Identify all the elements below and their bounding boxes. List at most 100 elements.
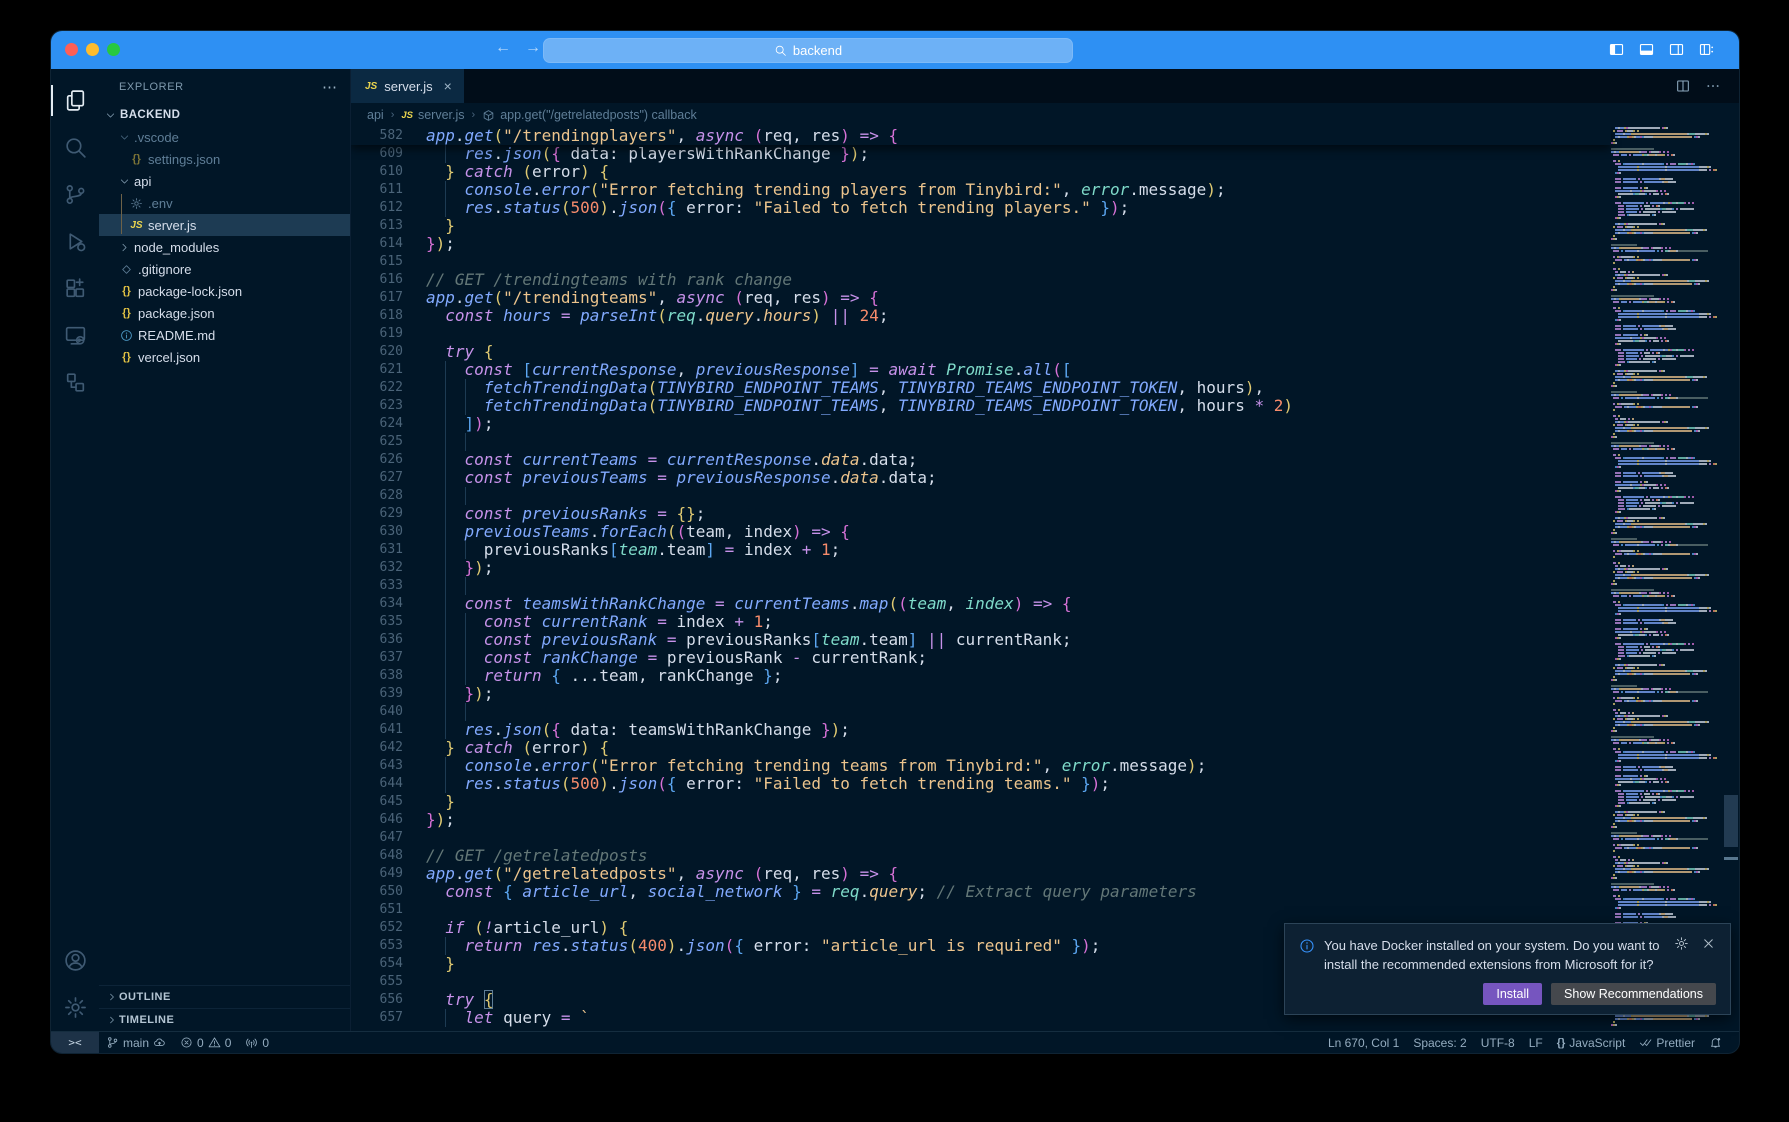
code-line-612[interactable]: 612 res.status(500).json({ error: "Faile… — [351, 199, 1611, 217]
code-line-641[interactable]: 641 res.json({ data: teamsWithRankChange… — [351, 721, 1611, 739]
code-line-632[interactable]: 632 }); — [351, 559, 1611, 577]
status-encoding[interactable]: UTF-8 — [1474, 1036, 1522, 1050]
remote-indicator[interactable]: >< — [51, 1032, 99, 1053]
code-line-636[interactable]: 636 const previousRank = previousRanks[t… — [351, 631, 1611, 649]
code-line-643[interactable]: 643 console.error("Error fetching trendi… — [351, 757, 1611, 775]
code-line-639[interactable]: 639 }); — [351, 685, 1611, 703]
file-item-readme-md[interactable]: README.md — [99, 324, 350, 346]
file-item-package-json[interactable]: {}package.json — [99, 302, 350, 324]
code-line-634[interactable]: 634 const teamsWithRankChange = currentT… — [351, 595, 1611, 613]
code-line-633[interactable]: 633 — [351, 577, 1611, 595]
file-item-backend[interactable]: BACKEND — [99, 104, 350, 126]
code-line-625[interactable]: 625 — [351, 433, 1611, 451]
tab-server-js[interactable]: JS server.js × — [351, 69, 464, 103]
close-window-button[interactable] — [65, 43, 78, 56]
code-line-645[interactable]: 645 } — [351, 793, 1611, 811]
file-item--vscode[interactable]: .vscode — [99, 126, 350, 148]
minimize-window-button[interactable] — [86, 43, 99, 56]
status-problems[interactable]: 00 — [173, 1032, 238, 1053]
activity-bar-run-debug[interactable] — [51, 218, 99, 265]
code-line-651[interactable]: 651 — [351, 901, 1611, 919]
minimap[interactable] — [1611, 127, 1723, 1031]
code-line-631[interactable]: 631 previousRanks[team.team] = index + 1… — [351, 541, 1611, 559]
activity-bar-accounts[interactable] — [51, 937, 99, 984]
install-button[interactable]: Install — [1483, 983, 1542, 1005]
breadcrumb[interactable]: api›JSserver.js›app.get("/getrelatedpost… — [351, 103, 1739, 127]
status-notifications-bell[interactable] — [1702, 1036, 1729, 1049]
activity-bar-explorer[interactable] — [51, 77, 99, 124]
code-line-646[interactable]: 646}); — [351, 811, 1611, 829]
notification-settings-gear-icon[interactable] — [1674, 936, 1689, 974]
status-formatter[interactable]: Prettier — [1632, 1036, 1702, 1050]
layout-panel-icon[interactable] — [1638, 41, 1655, 58]
code-line-624[interactable]: 624 ]); — [351, 415, 1611, 433]
split-editor-icon[interactable] — [1675, 78, 1691, 94]
notification-close-icon[interactable] — [1701, 936, 1716, 974]
code-line-648[interactable]: 648// GET /getrelatedposts — [351, 847, 1611, 865]
file-item-node-modules[interactable]: node_modules — [99, 236, 350, 258]
file-item-api[interactable]: api — [99, 170, 350, 192]
code-line-616[interactable]: 616// GET /trendingteams with rank chang… — [351, 271, 1611, 289]
status-indentation[interactable]: Spaces: 2 — [1406, 1036, 1473, 1050]
file-item-vercel-json[interactable]: {}vercel.json — [99, 346, 350, 368]
show-recommendations-button[interactable]: Show Recommendations — [1551, 983, 1716, 1005]
sidebar-panel-timeline[interactable]: TIMELINE — [99, 1008, 350, 1031]
code-line-626[interactable]: 626 const currentTeams = currentResponse… — [351, 451, 1611, 469]
code-line-623[interactable]: 623 fetchTrendingData(TINYBIRD_ENDPOINT_… — [351, 397, 1611, 415]
layout-customize-icon[interactable] — [1698, 41, 1715, 58]
file-item--gitignore[interactable]: .gitignore — [99, 258, 350, 280]
code-line-644[interactable]: 644 res.status(500).json({ error: "Faile… — [351, 775, 1611, 793]
status-cursor-position[interactable]: Ln 670, Col 1 — [1321, 1036, 1406, 1050]
status-branch[interactable]: main — [99, 1032, 173, 1053]
activity-bar-settings[interactable] — [51, 984, 99, 1031]
code-editor[interactable]: 609 res.json({ data: playersWithRankChan… — [351, 127, 1739, 1031]
activity-bar-extensions[interactable] — [51, 265, 99, 312]
code-line-622[interactable]: 622 fetchTrendingData(TINYBIRD_ENDPOINT_… — [351, 379, 1611, 397]
status-ports[interactable]: 0 — [238, 1032, 276, 1053]
code-line-613[interactable]: 613 } — [351, 217, 1611, 235]
command-center-search[interactable]: backend — [543, 38, 1073, 63]
activity-bar-remote-explorer[interactable] — [51, 312, 99, 359]
file-item-server-js[interactable]: JSserver.js — [99, 214, 350, 236]
file-item--env[interactable]: .env — [99, 192, 350, 214]
code-line-650[interactable]: 650 const { article_url, social_network … — [351, 883, 1611, 901]
code-line-617[interactable]: 617app.get("/trendingteams", async (req,… — [351, 289, 1611, 307]
zoom-window-button[interactable] — [107, 43, 120, 56]
code-line-629[interactable]: 629 const previousRanks = {}; — [351, 505, 1611, 523]
breadcrumb-segment[interactable]: api — [367, 108, 384, 122]
code-line-618[interactable]: 618 const hours = parseInt(req.query.hou… — [351, 307, 1611, 325]
code-line-610[interactable]: 610 } catch (error) { — [351, 163, 1611, 181]
scrollbar-thumb[interactable] — [1724, 795, 1738, 847]
explorer-more-actions-icon[interactable]: ⋯ — [322, 78, 338, 96]
code-line-621[interactable]: 621 const [currentResponse, previousResp… — [351, 361, 1611, 379]
file-item-settings-json[interactable]: {}settings.json — [99, 148, 350, 170]
scrollbar[interactable] — [1723, 127, 1739, 1031]
layout-sidebar-left-icon[interactable] — [1608, 41, 1625, 58]
code-line-620[interactable]: 620 try { — [351, 343, 1611, 361]
code-line-637[interactable]: 637 const rankChange = previousRank - cu… — [351, 649, 1611, 667]
activity-bar-hierarchy[interactable] — [51, 359, 99, 406]
ellipsis-icon[interactable] — [1705, 78, 1721, 94]
breadcrumb-segment[interactable]: JSserver.js — [401, 108, 464, 122]
activity-bar-source-control[interactable] — [51, 171, 99, 218]
code-line-647[interactable]: 647 — [351, 829, 1611, 847]
code-line-638[interactable]: 638 return { ...team, rankChange }; — [351, 667, 1611, 685]
code-line-582[interactable]: 582app.get("/trendingplayers", async (re… — [351, 127, 1611, 145]
breadcrumb-segment[interactable]: app.get("/getrelatedposts") callback — [482, 108, 696, 122]
status-language-mode[interactable]: {}JavaScript — [1550, 1036, 1633, 1050]
sticky-scroll-line[interactable]: 582app.get("/trendingplayers", async (re… — [351, 127, 1611, 145]
status-eol[interactable]: LF — [1522, 1036, 1550, 1050]
code-line-615[interactable]: 615 — [351, 253, 1611, 271]
code-line-614[interactable]: 614}); — [351, 235, 1611, 253]
code-line-619[interactable]: 619 — [351, 325, 1611, 343]
layout-sidebar-right-icon[interactable] — [1668, 41, 1685, 58]
code-line-609[interactable]: 609 res.json({ data: playersWithRankChan… — [351, 145, 1611, 163]
sidebar-panel-outline[interactable]: OUTLINE — [99, 985, 350, 1008]
code-line-611[interactable]: 611 console.error("Error fetching trendi… — [351, 181, 1611, 199]
activity-bar-search[interactable] — [51, 124, 99, 171]
code-line-640[interactable]: 640 — [351, 703, 1611, 721]
code-line-628[interactable]: 628 — [351, 487, 1611, 505]
file-item-package-lock-json[interactable]: {}package-lock.json — [99, 280, 350, 302]
code-line-649[interactable]: 649app.get("/getrelatedposts", async (re… — [351, 865, 1611, 883]
code-line-627[interactable]: 627 const previousTeams = previousRespon… — [351, 469, 1611, 487]
